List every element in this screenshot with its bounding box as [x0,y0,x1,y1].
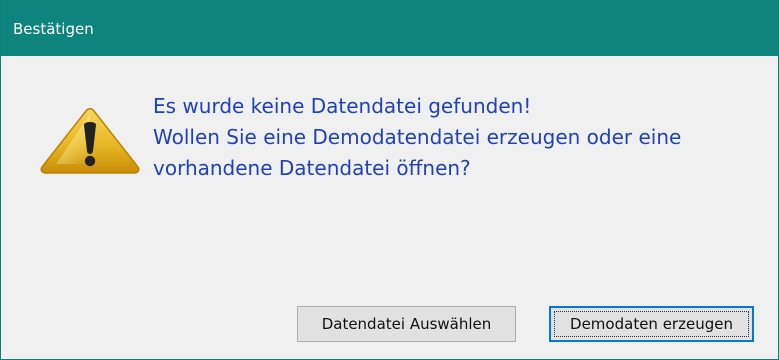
message-line-1: Es wurde keine Datendatei gefunden! [153,94,532,118]
choose-data-file-button[interactable]: Datendatei Auswählen [297,306,516,342]
title-bar[interactable]: Bestätigen [1,0,778,56]
confirmation-message: Es wurde keine Datendatei gefunden! Woll… [153,91,753,184]
confirmation-dialog: Bestätigen Es wurde keine Datendatei gef… [0,0,779,360]
warning-icon [40,108,140,174]
dialog-title: Bestätigen [13,20,94,38]
message-line-2: Wollen Sie eine Demodatendatei erzeugen … [153,125,682,149]
message-line-3: vorhandene Datendatei öffnen? [153,156,471,180]
create-demo-data-button[interactable]: Demodaten erzeugen [549,306,754,342]
